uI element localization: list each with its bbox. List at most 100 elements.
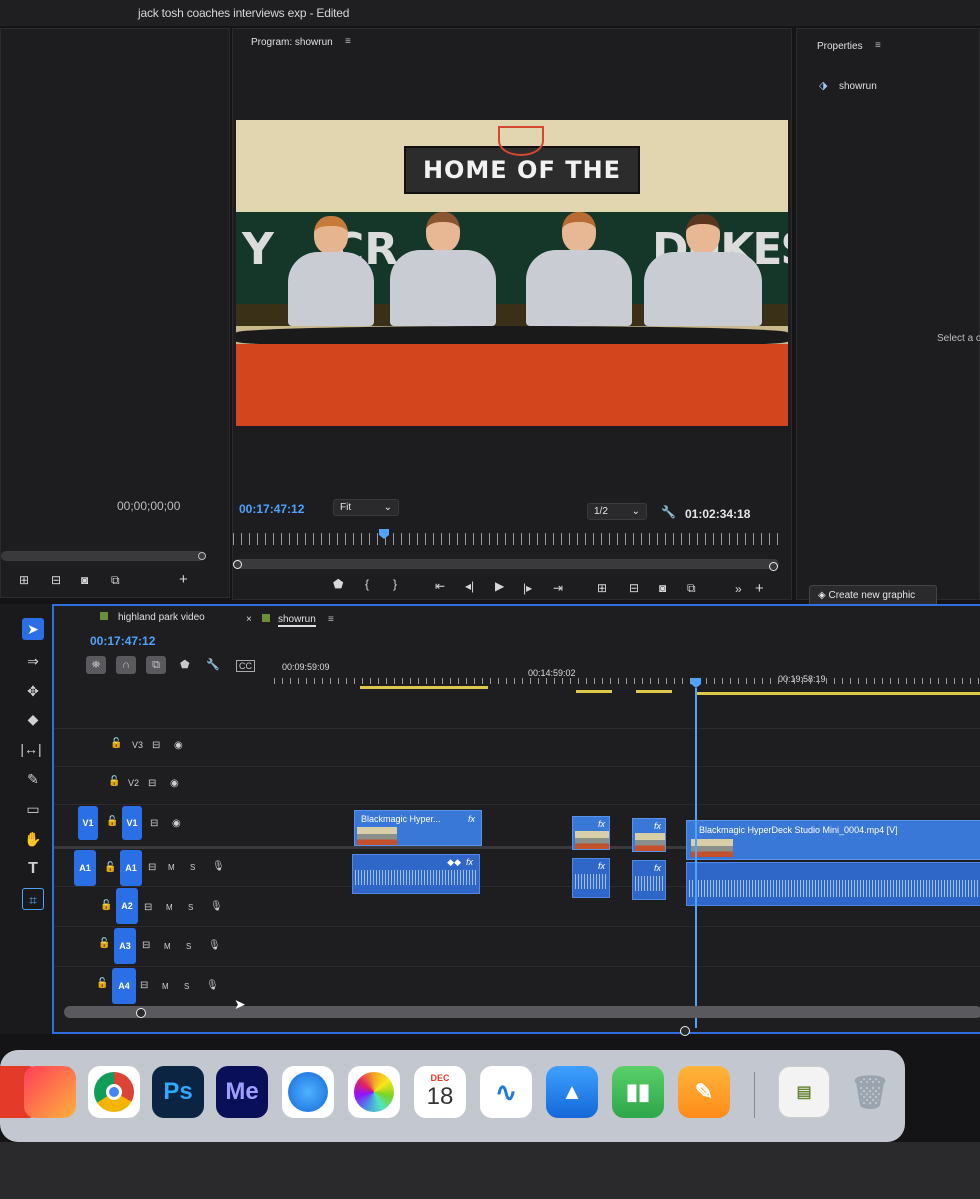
microphone-icon[interactable]: 🎙 (206, 980, 219, 991)
track-select-tool-icon[interactable]: ⇒ (22, 650, 44, 672)
ripple-edit-tool-icon[interactable]: ✥ (22, 680, 44, 702)
program-video-frame[interactable]: HOME OF THE Y CR DUKES (236, 120, 788, 426)
lock-icon[interactable]: 🔓 (110, 738, 122, 749)
solo-button[interactable]: S (190, 863, 195, 872)
play-icon[interactable]: ▶ (495, 579, 504, 593)
lock-icon[interactable]: 🔓 (98, 938, 110, 949)
add-marker-icon[interactable]: ⬟ (180, 658, 190, 671)
eye-icon[interactable]: ◉ (174, 740, 183, 751)
add-button-icon[interactable]: + (179, 571, 188, 588)
video-clip[interactable]: fx (632, 818, 666, 852)
safari-icon[interactable] (282, 1066, 334, 1118)
go-to-out-icon[interactable]: ⇥ (553, 581, 563, 595)
sync-lock-icon[interactable]: ⊟ (148, 862, 156, 873)
sync-lock-icon[interactable]: ⊟ (144, 902, 152, 913)
go-to-in-icon[interactable]: ⇤ (435, 579, 445, 593)
work-area-bar[interactable] (636, 690, 672, 693)
wrench-icon[interactable]: 🔧 (661, 505, 676, 519)
lock-icon[interactable]: 🔓 (106, 816, 118, 827)
lift-icon[interactable]: ⊞ (597, 581, 607, 595)
photoshop-icon[interactable]: Ps (152, 1066, 204, 1118)
photos-icon[interactable] (348, 1066, 400, 1118)
export-frame-icon[interactable]: ⊞ (19, 573, 29, 587)
hand-tool-icon[interactable]: ✋ (22, 828, 44, 850)
type-tool-icon[interactable]: T (22, 858, 44, 880)
step-forward-icon[interactable]: |▸ (523, 581, 532, 595)
calendar-icon[interactable]: DEC 18 (414, 1066, 466, 1118)
selection-tool-icon[interactable]: ➤ (22, 618, 44, 640)
add-marker-icon[interactable]: ⬟ (333, 577, 343, 591)
microphone-icon[interactable]: 🎙 (210, 901, 223, 912)
mute-button[interactable]: M (162, 982, 169, 991)
mute-button[interactable]: M (166, 903, 173, 912)
audio-clip[interactable]: fx (632, 860, 666, 900)
microphone-icon[interactable]: 🎙 (208, 940, 221, 951)
step-back-icon[interactable]: ◂| (465, 579, 474, 593)
more-controls-icon[interactable]: » (735, 582, 742, 596)
source-scroll-handle[interactable] (198, 552, 206, 560)
timeline-zoom-scrollbar[interactable] (64, 1006, 980, 1018)
timeline-current-timecode[interactable]: 00:17:47:12 (90, 634, 155, 648)
eye-icon[interactable]: ◉ (170, 778, 179, 789)
resolution-dropdown[interactable]: 1/2 ⌄ (587, 503, 647, 520)
track-label-a1[interactable]: A1 (120, 850, 142, 886)
rectangle-tool-icon[interactable]: ▭ (22, 798, 44, 820)
sync-lock-icon[interactable]: ⊟ (140, 980, 148, 991)
wrench-icon[interactable]: 🔧 (206, 658, 220, 671)
source-patch-a1[interactable]: A1 (74, 850, 96, 886)
work-area-bar[interactable] (696, 692, 980, 695)
tab-showrun[interactable]: showrun (278, 614, 316, 627)
sync-lock-icon[interactable]: ⊟ (152, 740, 160, 751)
panel-menu-icon[interactable]: ≡ (345, 36, 351, 47)
caption-tool-icon[interactable]: ⌗ (22, 888, 44, 910)
solo-button[interactable]: S (188, 903, 193, 912)
track-label-a4[interactable]: A4 (112, 968, 136, 1004)
extract-icon[interactable]: ⊟ (629, 581, 639, 595)
linked-selection-icon[interactable]: ⧉ (146, 656, 166, 674)
tab-highland-park-video[interactable]: highland park video (118, 612, 205, 623)
mark-in-icon[interactable]: { (365, 577, 369, 591)
lock-icon[interactable]: 🔓 (96, 978, 108, 989)
compare-view-icon[interactable]: ⧉ (687, 581, 696, 596)
video-clip[interactable]: Blackmagic Hyper... fx (354, 810, 482, 846)
program-time-ruler[interactable] (233, 533, 779, 545)
program-current-timecode[interactable]: 00:17:47:12 (239, 502, 304, 516)
solo-button[interactable]: S (184, 982, 189, 991)
media-encoder-icon[interactable]: Me (216, 1066, 268, 1118)
sync-lock-icon[interactable]: ⊟ (142, 940, 150, 951)
lock-icon[interactable]: 🔓 (104, 862, 116, 873)
timeline-time-ruler[interactable] (274, 678, 980, 684)
scroll-handle-left[interactable] (233, 560, 242, 569)
razor-tool-icon[interactable]: ◆ (22, 708, 44, 730)
mark-out-icon[interactable]: } (393, 577, 397, 591)
lock-icon[interactable]: 🔓 (100, 900, 112, 911)
eye-icon[interactable]: ◉ (172, 818, 181, 829)
track-label-a3[interactable]: A3 (114, 928, 136, 964)
close-tab-icon[interactable]: × (246, 614, 252, 625)
track-label-a2[interactable]: A2 (116, 888, 138, 924)
scroll-handle-right[interactable] (680, 1026, 690, 1036)
numbers-icon[interactable]: ▮▮ (612, 1066, 664, 1118)
preview-icon[interactable]: ▤ (778, 1066, 830, 1118)
camera-icon[interactable]: ◙ (659, 581, 666, 595)
keynote-icon[interactable]: ▲ (546, 1066, 598, 1118)
audio-clip[interactable]: fx (572, 858, 610, 898)
captions-icon[interactable]: CC (236, 660, 255, 672)
zoom-dropdown[interactable]: Fit ⌄ (333, 499, 399, 516)
sync-lock-icon[interactable]: ⊟ (150, 818, 158, 829)
slip-tool-icon[interactable]: |↔| (20, 738, 42, 760)
work-area-bar[interactable] (360, 686, 488, 689)
panel-menu-icon[interactable]: ≡ (875, 40, 881, 51)
lock-icon[interactable]: 🔓 (108, 776, 120, 787)
mute-button[interactable]: M (164, 942, 171, 951)
overwrite-icon[interactable]: ⧉ (111, 573, 120, 588)
chrome-icon[interactable] (88, 1066, 140, 1118)
source-scrollbar[interactable] (1, 551, 205, 561)
pages-icon[interactable]: ✎ (678, 1066, 730, 1118)
microphone-icon[interactable]: 🎙 (212, 861, 225, 872)
timeline-playhead[interactable] (691, 678, 701, 688)
mute-button[interactable]: M (168, 863, 175, 872)
panel-menu-icon[interactable]: ≡ (328, 614, 334, 625)
video-clip[interactable]: fx (572, 816, 610, 850)
scroll-handle-right[interactable] (769, 562, 778, 571)
